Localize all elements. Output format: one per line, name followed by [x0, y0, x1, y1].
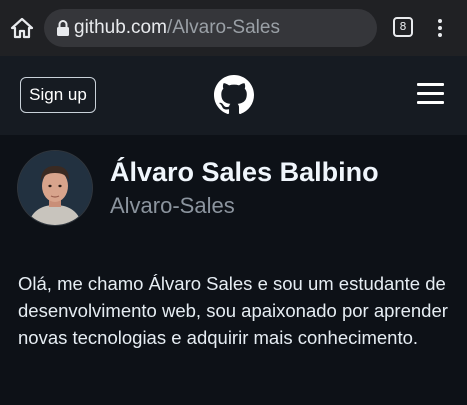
url-path: /Alvaro-Sales: [166, 17, 280, 38]
profile-username: Alvaro-Sales: [110, 193, 235, 218]
browser-toolbar: github.com/Alvaro-Sales 8: [0, 0, 467, 56]
avatar-image: [18, 151, 92, 225]
tab-count: 8: [399, 20, 407, 33]
sign-up-button[interactable]: Sign up: [20, 77, 96, 113]
lock-icon: [57, 20, 69, 36]
home-icon[interactable]: [10, 16, 34, 40]
address-bar[interactable]: github.com/Alvaro-Sales: [44, 9, 377, 47]
profile-bio: Olá, me chamo Álvaro Sales e sou um estu…: [18, 273, 448, 348]
github-logo-icon[interactable]: [214, 75, 254, 115]
hamburger-menu-icon[interactable]: [417, 83, 444, 105]
profile-name: Álvaro Sales Balbino: [110, 157, 379, 187]
url-text: github.com/Alvaro-Sales: [74, 18, 280, 38]
github-header: Sign up: [0, 56, 467, 135]
tabs-icon[interactable]: 8: [393, 17, 413, 37]
url-host: github.com: [74, 17, 167, 38]
more-vert-icon[interactable]: [436, 17, 444, 39]
avatar[interactable]: [18, 151, 92, 225]
